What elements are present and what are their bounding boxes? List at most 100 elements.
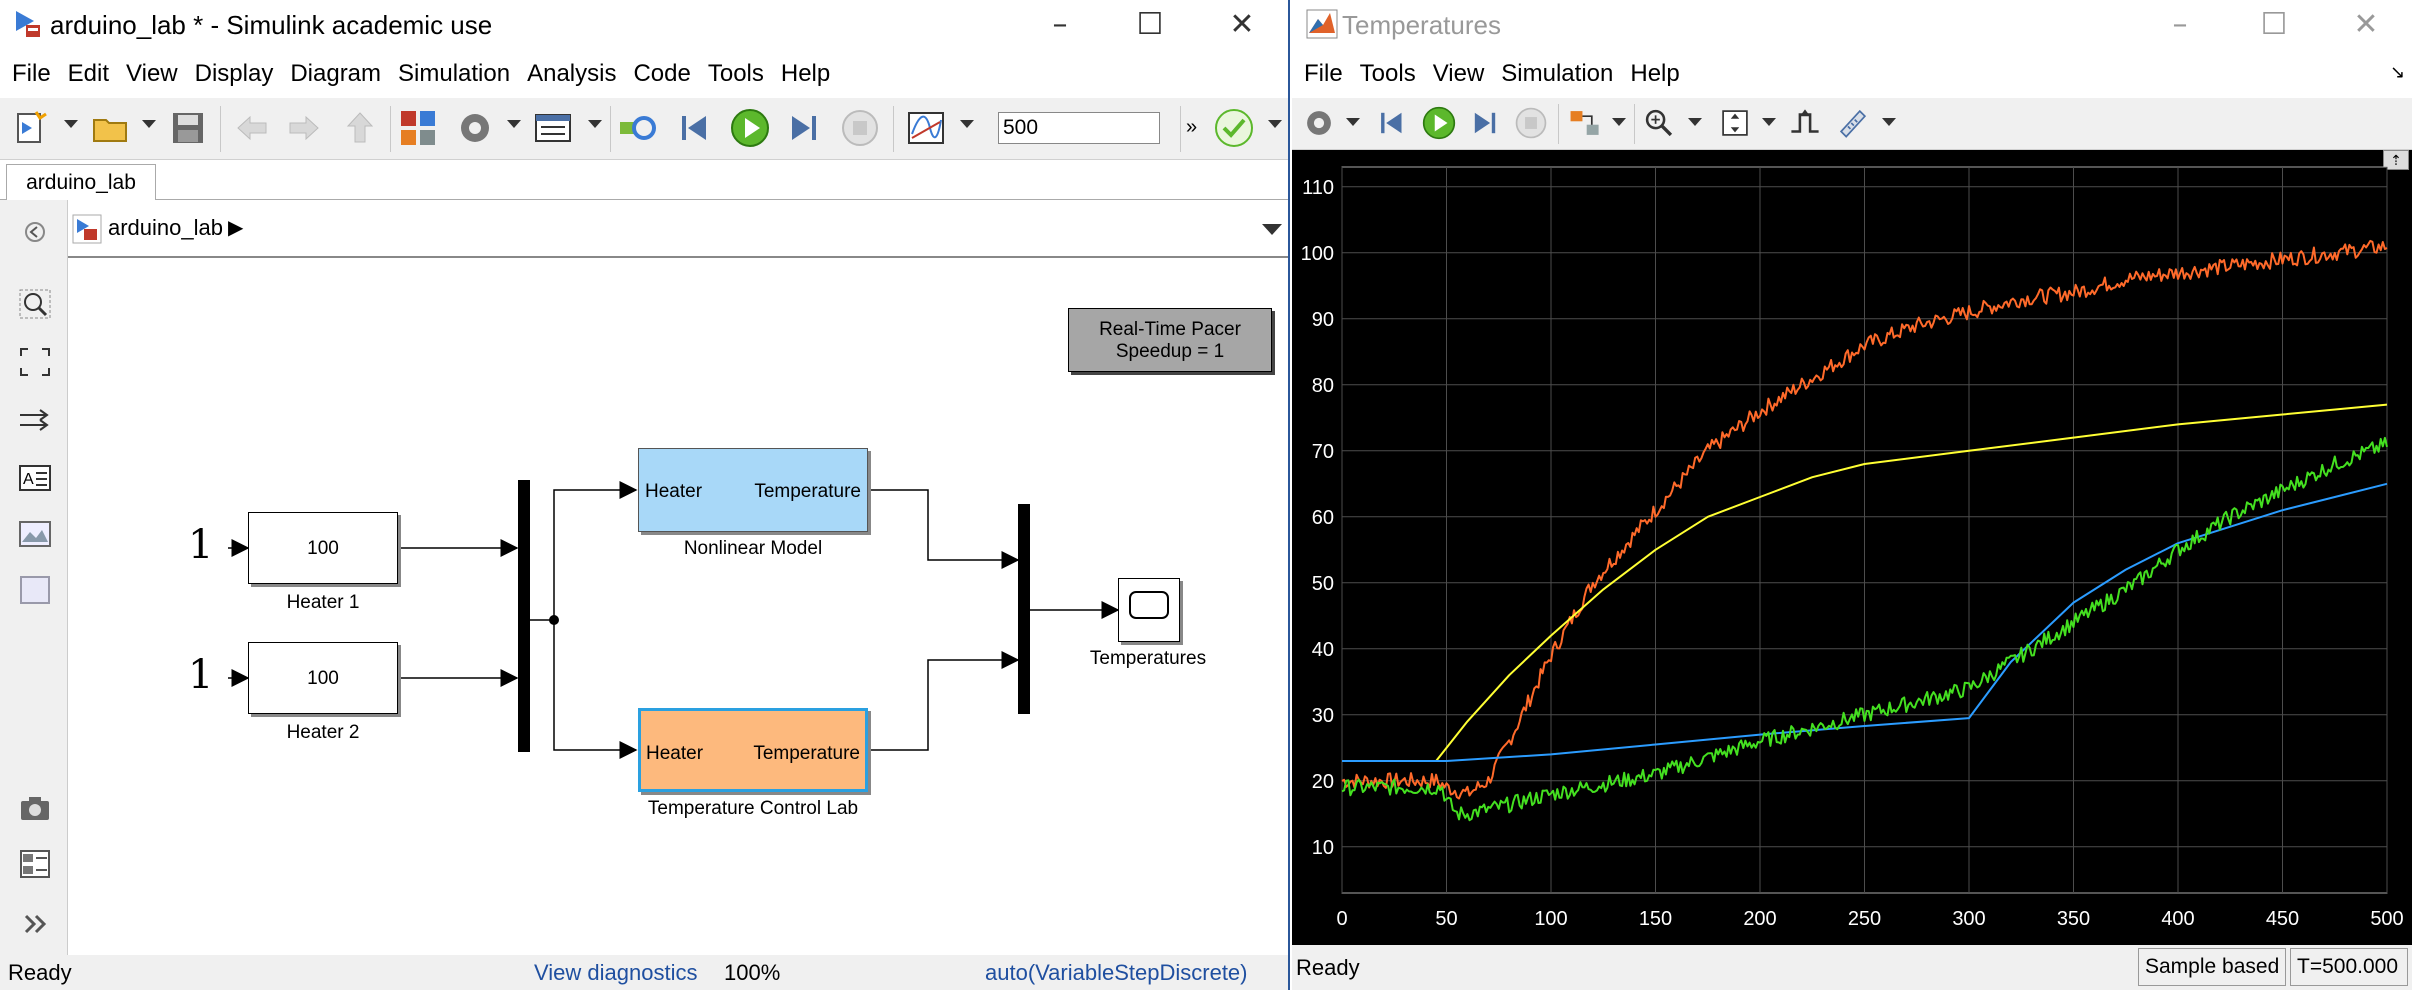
area-icon[interactable] xyxy=(18,574,52,606)
maximize-button[interactable]: ☐ xyxy=(1120,6,1180,44)
toolbar-overflow-chevron[interactable]: » xyxy=(1186,116,1197,139)
expand-double-chevron-icon[interactable] xyxy=(18,908,52,940)
scope-menu-simulation[interactable]: Simulation xyxy=(1501,60,1613,88)
y-tick-label: 40 xyxy=(1312,639,1334,661)
save-icon[interactable] xyxy=(168,108,208,148)
up-arrow-icon[interactable] xyxy=(340,108,380,148)
step-back-icon[interactable] xyxy=(676,108,716,148)
scope-stop-icon[interactable] xyxy=(1514,106,1548,140)
image-annotation-icon[interactable] xyxy=(18,518,52,550)
back-arrow-icon[interactable] xyxy=(232,108,272,148)
model-canvas[interactable]: Real-Time Pacer Speedup = 1 1 1 100 Heat… xyxy=(68,260,1288,955)
menu-file[interactable]: File xyxy=(12,60,51,88)
menu-view[interactable]: View xyxy=(126,60,178,88)
mux-block[interactable] xyxy=(518,480,530,752)
step-forward-icon[interactable] xyxy=(784,108,824,148)
scope-minimize-button[interactable]: – xyxy=(2150,6,2210,44)
temperature-control-lab-block[interactable]: Heater Temperature xyxy=(638,708,868,792)
model-explorer-icon[interactable] xyxy=(533,108,573,148)
zoom-in-icon[interactable] xyxy=(18,288,52,320)
menu-display[interactable]: Display xyxy=(195,60,274,88)
scale-y-axis-icon[interactable] xyxy=(1718,106,1752,140)
x-tick-label: 250 xyxy=(1848,908,1881,930)
breadcrumb[interactable]: arduino_lab xyxy=(108,215,223,241)
stop-time-input[interactable]: 500 xyxy=(998,112,1160,144)
window-title: arduino_lab * - Simulink academic use xyxy=(50,9,493,40)
model-advisor-check-icon[interactable] xyxy=(1214,108,1254,148)
close-button[interactable]: ✕ xyxy=(1212,6,1272,44)
address-dropdown-icon[interactable] xyxy=(1262,224,1282,235)
scope-close-button[interactable]: ✕ xyxy=(2336,6,2396,44)
menu-help[interactable]: Help xyxy=(781,60,830,88)
scope-menu-file[interactable]: File xyxy=(1304,60,1343,88)
scope-run-icon[interactable] xyxy=(1422,106,1456,140)
route-lines-icon[interactable] xyxy=(18,404,52,436)
scope-toolbar xyxy=(1292,98,2412,150)
menu-edit[interactable]: Edit xyxy=(68,60,109,88)
scope-settings-dropdown-icon[interactable] xyxy=(1346,118,1360,126)
x-tick-label: 350 xyxy=(2057,908,2090,930)
menu-analysis[interactable]: Analysis xyxy=(527,60,616,88)
model-settings-gear-icon[interactable] xyxy=(455,108,495,148)
scale-dropdown-icon[interactable] xyxy=(1762,118,1776,126)
open-folder-icon[interactable] xyxy=(90,108,130,148)
menu-diagram[interactable]: Diagram xyxy=(290,60,381,88)
scope-settings-gear-icon[interactable] xyxy=(1302,106,1336,140)
simulation-data-inspector-icon[interactable] xyxy=(906,108,946,148)
hide-browser-icon[interactable] xyxy=(18,216,52,248)
inspector-dropdown-icon[interactable] xyxy=(960,120,974,128)
advisor-dropdown-icon[interactable] xyxy=(1268,120,1282,128)
scope-menu-view[interactable]: View xyxy=(1433,60,1485,88)
update-diagram-icon[interactable] xyxy=(618,108,658,148)
new-model-icon[interactable] xyxy=(12,108,52,148)
highlight-block-icon[interactable] xyxy=(1568,106,1602,140)
triggers-icon[interactable] xyxy=(1788,106,1822,140)
measurements-dropdown-icon[interactable] xyxy=(1882,118,1896,126)
annotation-icon[interactable]: A xyxy=(18,462,52,494)
real-time-pacer-block[interactable]: Real-Time Pacer Speedup = 1 xyxy=(1068,308,1272,372)
scope-block[interactable] xyxy=(1118,578,1180,642)
scope-status-bar: Ready Sample based T=500.000 xyxy=(1292,945,2412,990)
property-inspector-icon[interactable] xyxy=(18,848,52,880)
highlight-dropdown-icon[interactable] xyxy=(1612,118,1626,126)
dock-arrow-icon[interactable]: ↘ xyxy=(2390,62,2405,83)
fit-to-view-icon[interactable] xyxy=(18,346,52,378)
scope-chart[interactable]: 0 50 100 150 200 250 300 350 400 450 500 10 20 30 40 50… xyxy=(1292,150,2412,945)
y-tick-label: 30 xyxy=(1312,705,1334,727)
zoom-magnifier-icon[interactable] xyxy=(1642,106,1676,140)
mux-block-2[interactable] xyxy=(1018,504,1030,714)
scope-step-back-icon[interactable] xyxy=(1376,106,1410,140)
menu-code[interactable]: Code xyxy=(633,60,690,88)
new-model-dropdown-icon[interactable] xyxy=(64,120,78,128)
x-tick-label: 300 xyxy=(1952,908,1985,930)
x-tick-label: 200 xyxy=(1743,908,1776,930)
run-button-icon[interactable] xyxy=(730,108,770,148)
open-dropdown-icon[interactable] xyxy=(142,120,156,128)
library-browser-icon[interactable] xyxy=(398,108,438,148)
explorer-dropdown-icon[interactable] xyxy=(588,120,602,128)
tab-arduino-lab[interactable]: arduino_lab xyxy=(6,164,156,200)
constant-block-2[interactable]: 1 xyxy=(188,652,214,698)
view-diagnostics-link[interactable]: View diagnostics xyxy=(534,955,697,990)
nonlinear-model-block[interactable]: Heater Temperature xyxy=(638,448,868,532)
heater1-gain-block[interactable]: 100 xyxy=(248,512,398,584)
scope-screen-icon xyxy=(1129,591,1169,619)
x-tick-label: 450 xyxy=(2266,908,2299,930)
scope-maximize-button[interactable]: ☐ xyxy=(2244,6,2304,44)
zoom-dropdown-icon[interactable] xyxy=(1688,118,1702,126)
breadcrumb-arrow-icon[interactable]: ▶ xyxy=(228,215,243,240)
menu-tools[interactable]: Tools xyxy=(708,60,764,88)
scope-menu-tools[interactable]: Tools xyxy=(1360,60,1416,88)
minimize-button[interactable]: – xyxy=(1030,6,1090,44)
heater2-gain-block[interactable]: 100 xyxy=(248,642,398,714)
stop-button-icon[interactable] xyxy=(840,108,880,148)
settings-dropdown-icon[interactable] xyxy=(507,120,521,128)
forward-arrow-icon[interactable] xyxy=(284,108,324,148)
menu-simulation[interactable]: Simulation xyxy=(398,60,510,88)
screenshot-camera-icon[interactable] xyxy=(18,792,52,824)
constant-block-1[interactable]: 1 xyxy=(188,522,214,568)
scope-menu-help[interactable]: Help xyxy=(1630,60,1679,88)
scope-step-forward-icon[interactable] xyxy=(1468,106,1502,140)
solver-link[interactable]: auto(VariableStepDiscrete) xyxy=(985,955,1248,990)
measurements-ruler-icon[interactable] xyxy=(1836,106,1870,140)
